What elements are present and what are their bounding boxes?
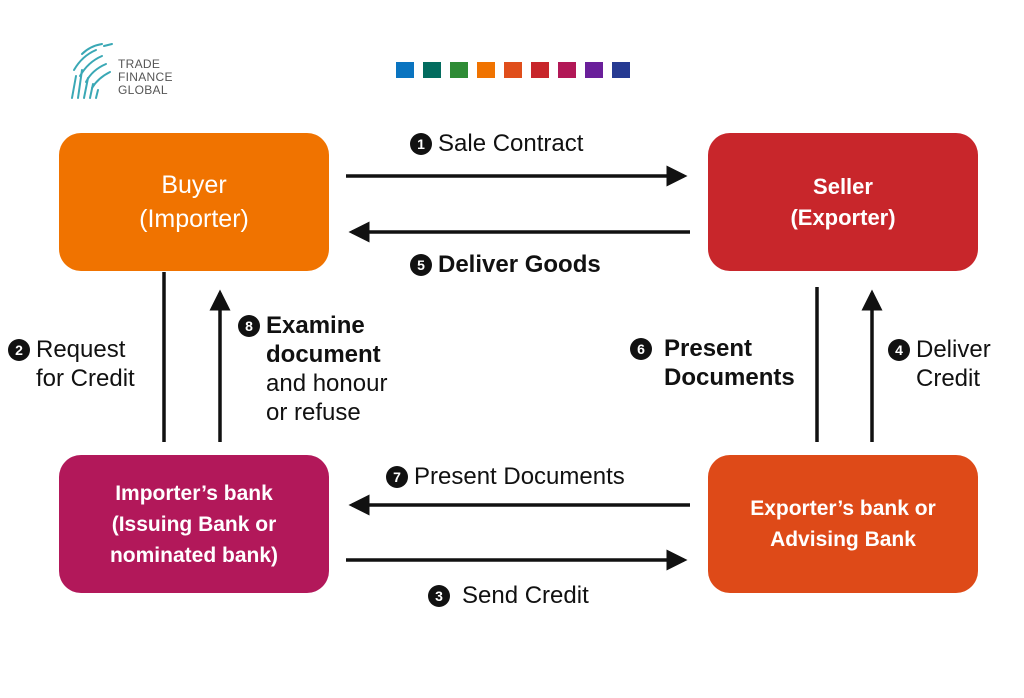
- step-1-text: Sale Contract: [438, 130, 584, 157]
- step-number-badge: 4: [888, 339, 910, 361]
- step-number-badge: 5: [410, 254, 432, 276]
- step-5-text: Deliver Goods: [438, 251, 601, 278]
- step-4-text-line-1: Deliver: [916, 336, 991, 363]
- step-7-text: Present Documents: [414, 463, 625, 490]
- step-8-text-line-1: Examine: [266, 312, 365, 339]
- step-8-text-line-3: and honour: [266, 370, 388, 397]
- step-5-label: 5 Deliver Goods: [410, 250, 601, 279]
- step-8-text-line-4: or refuse: [266, 399, 361, 426]
- step-3-label: 3 Send Credit: [428, 581, 589, 610]
- step-3-text: Send Credit: [462, 582, 589, 609]
- step-6-text-line-1: Present: [664, 335, 753, 362]
- step-number-badge: 7: [386, 466, 408, 488]
- step-4-label: 4 Deliver Credit: [888, 335, 991, 393]
- step-number-badge: 6: [630, 338, 652, 360]
- step-number-badge: 1: [410, 133, 432, 155]
- step-6-text-line-2: Documents: [664, 364, 795, 391]
- step-6-label: 6 Present Documents: [630, 334, 795, 392]
- step-2-label: 2 Request for Credit: [8, 335, 135, 393]
- step-number-badge: 2: [8, 339, 30, 361]
- step-1-label: 1 Sale Contract: [410, 129, 583, 158]
- step-2-text-line-2: for Credit: [36, 365, 135, 392]
- step-2-text-line-1: Request: [36, 336, 126, 363]
- step-7-label: 7 Present Documents: [386, 462, 625, 491]
- step-number-badge: 3: [428, 585, 450, 607]
- step-8-text-line-2: document: [266, 341, 381, 368]
- step-number-badge: 8: [238, 315, 260, 337]
- step-8-label: 8 Examine document and honour or refuse: [238, 311, 387, 427]
- step-4-text-line-2: Credit: [916, 365, 981, 392]
